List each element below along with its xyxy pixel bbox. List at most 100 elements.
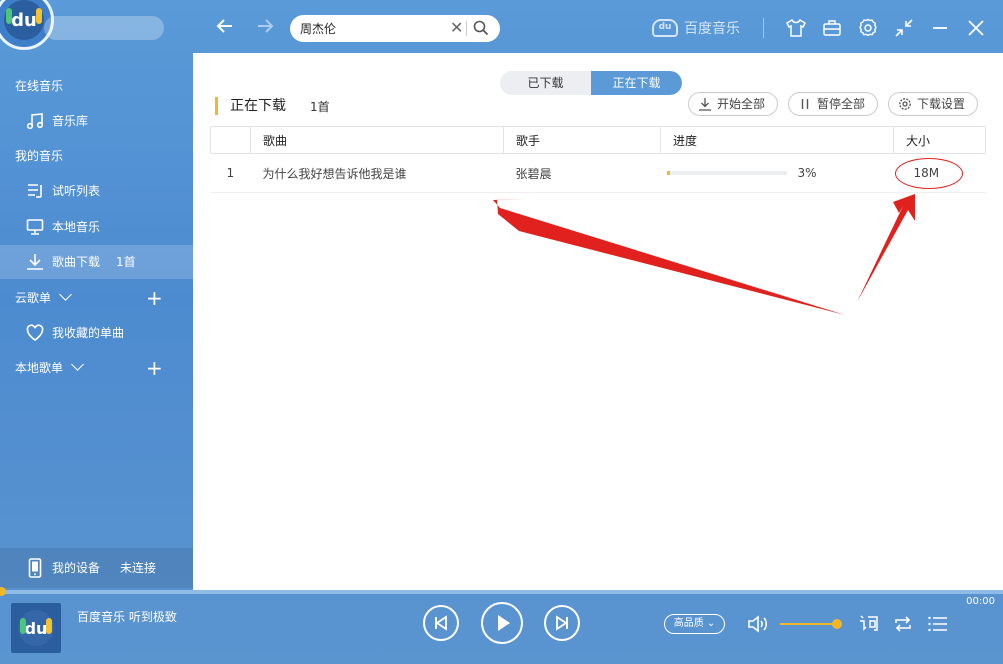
sidebar-item-label: 我收藏的单曲 [52,326,125,340]
chevron-down-icon [59,288,72,301]
download-panel: 已下载 正在下载 正在下载 1首 开始全部 暂停全部 下载设置 歌曲 歌手 进度… [193,53,1003,590]
skin-shirt-icon[interactable] [786,18,806,38]
sidebar-section-cloud-playlists[interactable]: 云歌单 [15,288,72,308]
clear-icon[interactable]: ✕ [450,18,463,38]
sidebar-item-local-music[interactable]: 本地音乐 [0,210,193,244]
chevron-down-icon: ⌄ [706,618,716,629]
heart-icon [26,324,44,341]
user-name-field[interactable] [44,16,164,40]
volume-icon[interactable] [747,613,769,635]
sidebar-item-label: 试听列表 [52,184,101,198]
play-icon [498,615,510,631]
sidebar-item-downloads[interactable]: 歌曲下载 1首 [0,245,193,279]
quality-label: 高品质 [673,618,704,629]
annotation-circle [895,158,963,189]
pause-all-button[interactable]: 暂停全部 [788,92,878,116]
previous-button[interactable] [423,605,459,641]
next-icon [556,615,568,631]
row-artist: 张碧晨 [503,153,661,193]
section-label: 云歌单 [15,291,52,305]
title-accent-bar [215,97,218,115]
sidebar: 在线音乐 音乐库 我的音乐 试听列表 本地音乐 歌曲下载 1首 云歌单 + 我收… [0,62,193,590]
sidebar-section-online: 在线音乐 [15,79,64,93]
tab-downloaded[interactable]: 已下载 [500,71,591,95]
tab-downloading[interactable]: 正在下载 [591,71,682,95]
chevron-down-icon [71,358,84,371]
playback-time: 00:00 [966,596,995,607]
playlist-queue-icon[interactable] [927,613,949,635]
sidebar-item-music-library[interactable]: 音乐库 [0,104,193,138]
start-all-label: 开始全部 [717,97,766,111]
table-header-row: 歌曲 歌手 进度 大小 [210,126,986,154]
album-cover[interactable]: du [11,603,61,653]
volume-handle[interactable] [832,619,843,629]
top-divider [763,18,764,38]
search-divider [466,21,467,36]
column-header-progress[interactable]: 进度 [660,126,894,154]
seek-bar[interactable] [0,587,1003,596]
search-icon[interactable] [472,19,490,37]
brand: du 百度音乐 [652,18,740,38]
minimize-icon[interactable] [930,18,950,38]
my-device-bar[interactable]: 我的设备 未连接 [0,548,193,588]
mini-mode-icon[interactable] [894,18,914,38]
sidebar-section-local-playlists[interactable]: 本地歌单 [15,358,84,378]
download-settings-button[interactable]: 下载设置 [888,92,978,116]
pause-all-label: 暂停全部 [817,97,866,111]
brand-logo-icon: du [652,19,678,37]
brand-name: 百度音乐 [684,21,740,37]
column-header-song[interactable]: 歌曲 [250,126,504,154]
sidebar-item-favorite-songs[interactable]: 我收藏的单曲 [0,316,193,350]
device-label: 我的设备 [52,561,101,575]
download-icon [699,98,711,111]
section-label: 本地歌单 [15,361,64,375]
back-arrow-icon[interactable] [213,16,237,40]
row-song: 为什么我好想告诉他我是谁 [250,153,504,193]
page-count: 1首 [310,100,330,114]
start-all-button[interactable]: 开始全部 [688,92,778,116]
repeat-icon[interactable] [892,613,914,635]
progress-text: 3% [797,166,817,180]
close-icon[interactable] [966,18,986,38]
play-button[interactable] [481,602,523,644]
quality-selector[interactable]: 高品质 ⌄ [664,614,725,634]
row-progress-cell: 3% [660,153,894,193]
cover-logo-icon: du [18,610,54,646]
lyrics-icon[interactable] [858,613,880,635]
sidebar-section-my-music: 我的音乐 [15,149,64,163]
seek-handle[interactable] [0,587,6,596]
volume-slider[interactable] [780,623,838,625]
sidebar-item-label: 本地音乐 [52,220,101,234]
sidebar-item-trial-list[interactable]: 试听列表 [0,174,193,208]
add-local-playlist-icon[interactable]: + [146,358,163,378]
search-input[interactable] [300,19,440,37]
toolbox-icon[interactable] [822,18,842,38]
previous-icon [435,615,447,631]
download-settings-label: 下载设置 [917,97,966,111]
progress-bar [666,171,787,175]
progress-fill [666,171,671,175]
download-icon [27,254,43,270]
sidebar-item-count: 1首 [116,255,136,269]
download-tabs: 已下载 正在下载 [500,71,682,95]
add-cloud-playlist-icon[interactable]: + [146,288,163,308]
monitor-icon [26,219,44,235]
logo-text: du [11,9,37,31]
sidebar-item-label: 歌曲下载 [52,255,101,269]
search-box: ✕ [290,15,500,42]
settings-gear-icon[interactable] [858,18,878,38]
table-row[interactable]: 1 为什么我好想告诉他我是谁 张碧晨 3% 18M [210,153,986,193]
row-index: 1 [210,153,251,193]
column-header-size[interactable]: 大小 [893,126,986,154]
pause-icon [801,99,809,109]
column-header-artist[interactable]: 歌手 [503,126,661,154]
column-header-index [210,126,251,154]
forward-arrow-icon[interactable] [253,16,277,40]
phone-icon [28,558,42,578]
page-title: 正在下载 [230,98,286,114]
device-status: 未连接 [120,561,157,575]
player-bar: 00:00 du 百度音乐 听到极致 高品质 ⌄ [0,587,1003,664]
logo-mark: du [4,0,44,40]
next-button[interactable] [544,605,580,641]
music-note-icon [26,113,44,130]
